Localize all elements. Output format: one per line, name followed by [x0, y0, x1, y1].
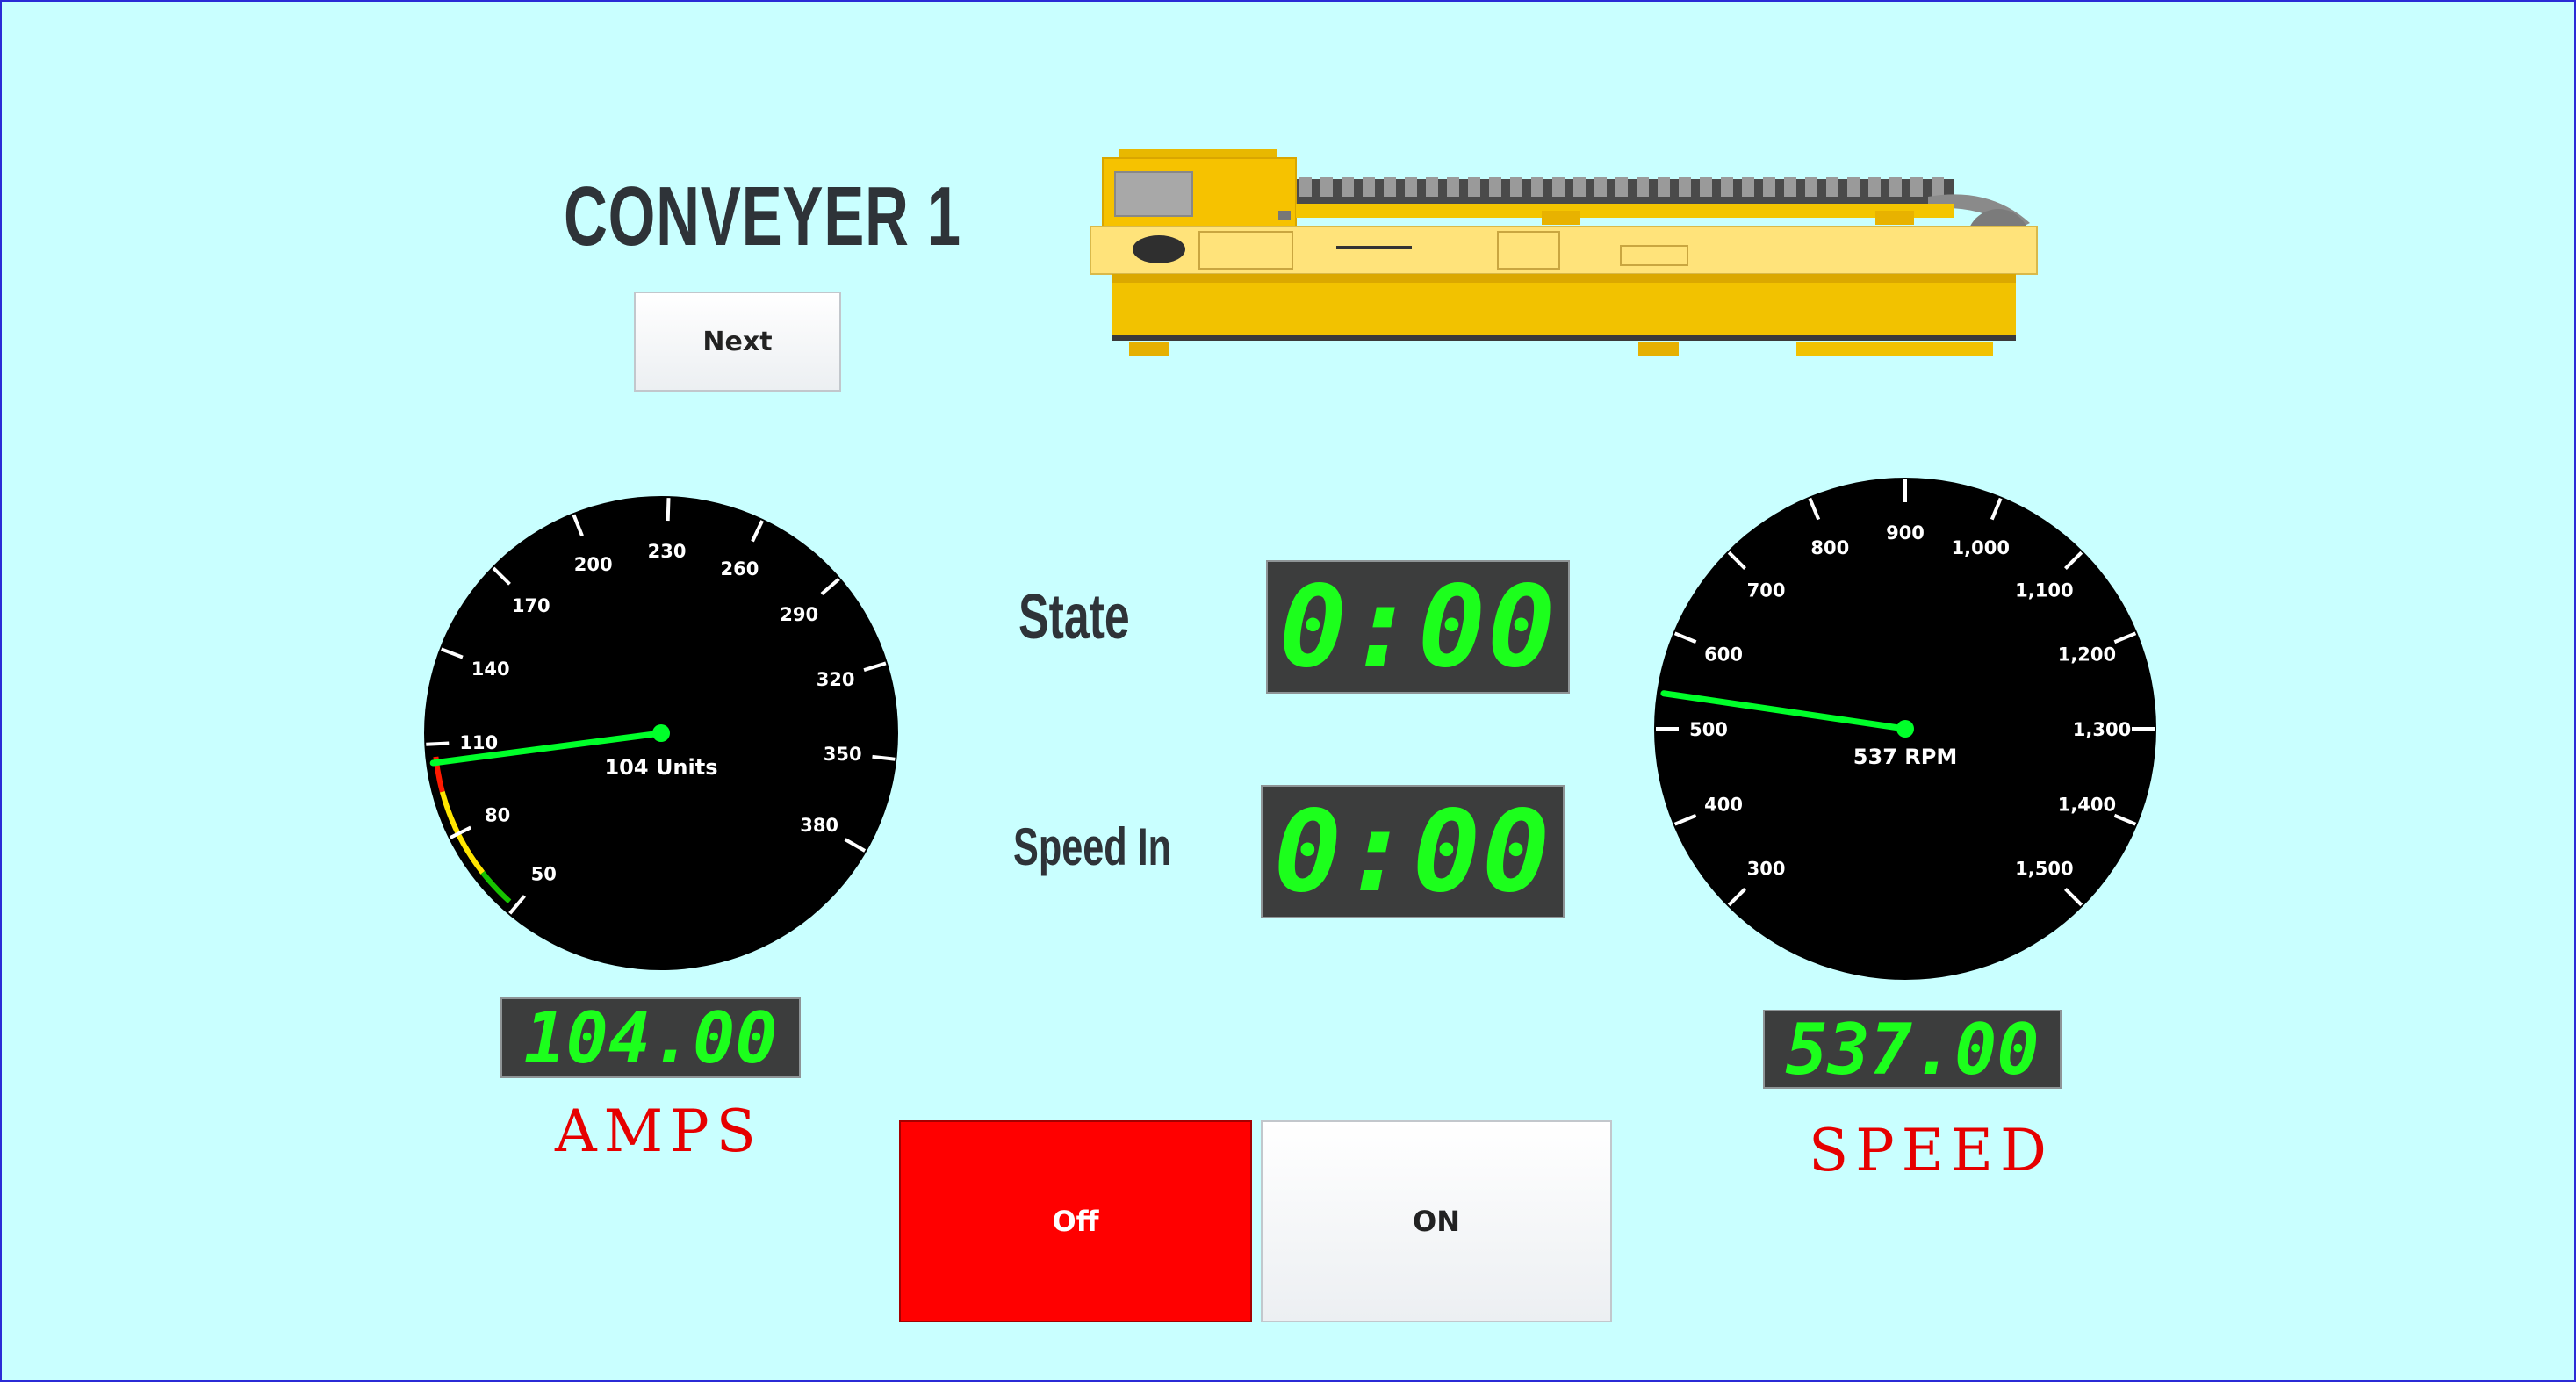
speed-in-display: 0:00 — [1261, 785, 1565, 918]
amps-gauge-tick-label: 320 — [817, 669, 855, 690]
speed-gauge-tick-label: 1,400 — [2058, 795, 2116, 816]
speed-in-label: Speed In — [1013, 817, 1172, 876]
speed-gauge-tick-label: 600 — [1704, 644, 1743, 665]
state-label: State — [1018, 582, 1130, 652]
amps-gauge-tick-mark — [426, 741, 450, 746]
speed-label: SPEED — [1809, 1117, 2054, 1184]
speed-gauge-tick-label: 1,300 — [2073, 719, 2131, 740]
speed-gauge-tick-label: 300 — [1747, 858, 1786, 879]
amps-label: AMPS — [555, 1098, 763, 1165]
amps-gauge-tick-label: 110 — [459, 732, 498, 753]
amps-display: 104.00 — [500, 997, 801, 1078]
amps-gauge-tick-label: 290 — [780, 604, 818, 625]
speed-gauge-tick-label: 400 — [1704, 795, 1743, 816]
state-display: 0:00 — [1266, 560, 1570, 694]
amps-gauge-tick-label: 140 — [471, 659, 510, 680]
speed-gauge-tick-label: 1,200 — [2058, 644, 2116, 665]
off-button[interactable]: Off — [899, 1120, 1252, 1322]
speed-display: 537.00 — [1763, 1010, 2062, 1089]
speed-gauge: 300 400 500 600 700 800 900 1,000 1,100 1,200 1,30… — [1654, 478, 2156, 980]
amps-gauge-tick-label: 260 — [720, 558, 759, 579]
amps-gauge-hub — [652, 724, 670, 742]
amps-gauge-tick-label: 50 — [531, 863, 557, 884]
speed-gauge-tick-label: 1,000 — [1952, 537, 2010, 558]
on-button[interactable]: ON — [1261, 1120, 1612, 1322]
conveyor-illustration — [1090, 149, 2038, 356]
page-title: CONVEYER 1 — [564, 169, 961, 263]
speed-gauge-tick-label: 700 — [1747, 580, 1786, 601]
speed-gauge-tick-label: 800 — [1810, 537, 1849, 558]
amps-gauge-tick-label: 230 — [648, 541, 687, 562]
speed-gauge-tick-label: 500 — [1689, 719, 1728, 740]
speed-gauge-hub — [1896, 720, 1914, 738]
next-button[interactable]: Next — [634, 292, 841, 392]
speed-gauge-readout: 537 RPM — [1853, 745, 1957, 769]
amps-gauge-readout: 104 Units — [604, 755, 717, 780]
amps-gauge-tick-mark — [666, 498, 671, 522]
amps-gauge-tick-label: 380 — [800, 815, 838, 836]
amps-gauge-tick-label: 200 — [574, 554, 613, 575]
amps-gauge-tick-label: 350 — [824, 744, 862, 765]
speed-gauge-tick-label: 1,100 — [2015, 580, 2073, 601]
amps-gauge-tick-label: 80 — [485, 804, 510, 825]
amps-gauge: 50 80 110 140 170 200 230 260 290 320 350 380 104 U… — [424, 496, 898, 970]
speed-gauge-tick-label: 900 — [1886, 522, 1925, 543]
amps-gauge-tick-label: 170 — [512, 595, 550, 616]
speed-gauge-tick-label: 1,500 — [2015, 858, 2073, 879]
